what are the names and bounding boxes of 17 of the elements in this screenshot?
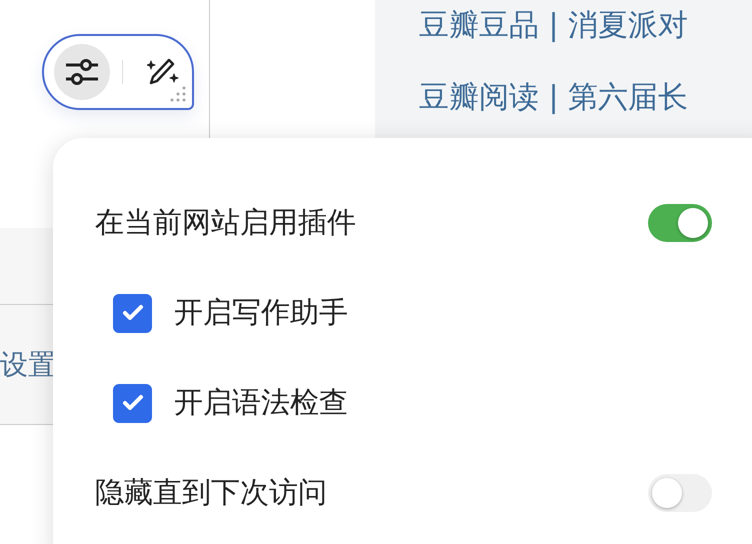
checkbox-label: 开启语法检查	[174, 384, 348, 421]
sliders-button[interactable]	[54, 44, 110, 100]
toggle-switch[interactable]	[648, 204, 712, 242]
resize-grip-icon[interactable]	[170, 86, 186, 102]
toggle-label: 隐藏直到下次访问	[95, 474, 328, 511]
checkbox[interactable]	[113, 384, 152, 422]
news-link[interactable]: 豆瓣阅读 | 第六届长	[419, 78, 752, 118]
checkbox-label: 开启写作助手	[174, 294, 348, 331]
sidebar-item[interactable]: 设置	[0, 346, 56, 384]
check-icon	[122, 304, 144, 322]
checkbox[interactable]	[113, 294, 152, 332]
check-icon	[122, 394, 144, 412]
toggle-switch[interactable]	[648, 474, 712, 512]
toggle-label: 在当前网站启用插件	[95, 204, 357, 241]
sliders-icon	[65, 58, 99, 86]
news-link[interactable]: 豆瓣豆品 | 消夏派对	[419, 6, 752, 46]
magic-pen-icon	[147, 57, 179, 87]
